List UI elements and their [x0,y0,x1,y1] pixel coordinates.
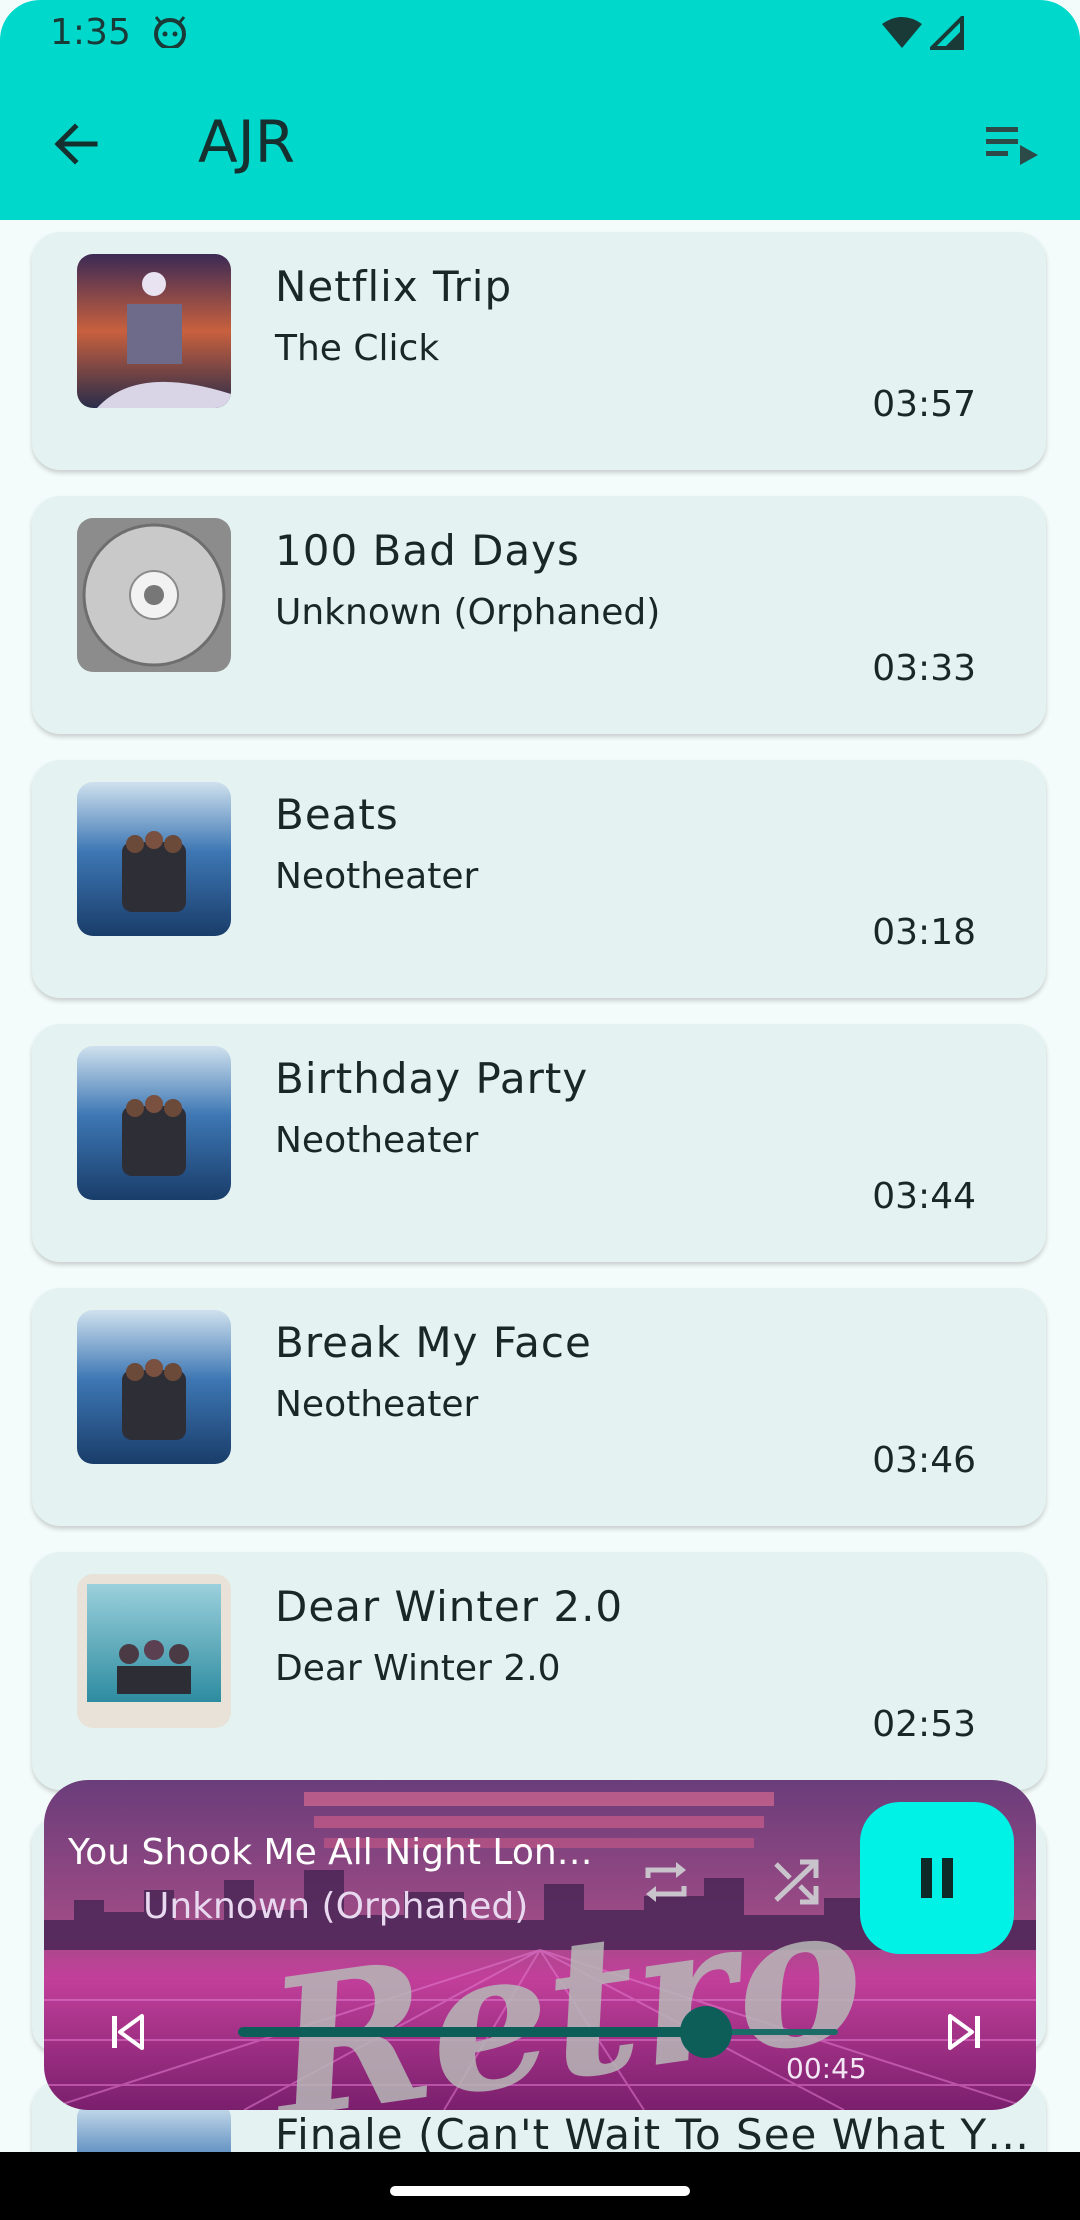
song-title: Dear Winter 2.0 [275,1582,624,1631]
list-item[interactable]: Dear Winter 2.0 Dear Winter 2.0 02:53 [32,1552,1046,1790]
seek-thumb[interactable] [680,2006,732,2058]
song-artist: Neotheater [275,1384,479,1425]
song-title: Birthday Party [275,1054,589,1103]
pause-icon [921,1858,953,1898]
song-title: Beats [275,790,399,839]
song-duration: 03:46 [872,1440,976,1481]
album-art [77,1574,231,1728]
shuffle-button[interactable] [760,1846,832,1918]
song-artist: Dear Winter 2.0 [275,1648,561,1689]
shuffle-icon [774,1859,819,1905]
now-playing-title: You Shook Me All Night Lon… [68,1832,593,1873]
app-bar: AJR [0,66,1080,220]
list-item[interactable]: Beats Neotheater 03:18 [32,760,1046,998]
android-icon [154,16,186,48]
mini-player[interactable]: Retro You Shook Me All Night Lon… Unknow… [44,1780,1036,2110]
next-button[interactable] [928,1996,1000,2068]
back-arrow-icon [54,123,98,165]
repeat-button[interactable] [630,1846,702,1918]
song-artist: The Click [275,328,440,369]
album-art [77,1046,231,1200]
status-time: 1:35 [50,12,131,53]
song-artist: Neotheater [275,1120,479,1161]
seek-fill [238,2027,706,2037]
queue-button[interactable] [976,110,1048,182]
home-handle[interactable] [390,2186,690,2196]
page-title: AJR [198,108,296,176]
song-duration: 03:33 [872,648,976,689]
cd-placeholder-icon [77,518,231,672]
previous-button[interactable] [92,1996,164,2068]
song-title: Finale (Can't Wait To See What Y… [275,2110,1031,2152]
elapsed-time: 00:45 [786,2052,867,2085]
pause-button[interactable] [860,1802,1014,1954]
song-duration: 03:44 [872,1176,976,1217]
seek-bar[interactable] [238,2006,838,2058]
repeat-icon [645,1862,687,1902]
album-art [77,1310,231,1464]
song-duration: 02:53 [872,1704,976,1745]
song-title: 100 Bad Days [275,526,580,575]
back-button[interactable] [40,108,112,180]
signal-icon [930,16,964,50]
list-item[interactable]: Break My Face Neotheater 03:46 [32,1288,1046,1526]
song-artist: Neotheater [275,856,479,897]
status-bar: 1:35 [0,0,1080,66]
skip-next-icon [948,2014,980,2050]
song-title: Break My Face [275,1318,592,1367]
wifi-icon [882,17,922,48]
song-artist: Unknown (Orphaned) [275,592,661,633]
song-title: Netflix Trip [275,262,513,311]
now-playing-artist: Unknown (Orphaned) [143,1886,529,1927]
album-art [77,782,231,936]
list-item[interactable]: 100 Bad Days Unknown (Orphaned) 03:33 [32,496,1046,734]
album-art [77,254,231,408]
list-item[interactable]: Netflix Trip The Click 03:57 [32,232,1046,470]
queue-music-icon [986,127,1038,165]
system-nav-bar [0,2152,1080,2220]
list-item[interactable]: Birthday Party Neotheater 03:44 [32,1024,1046,1262]
skip-previous-icon [112,2014,144,2050]
song-duration: 03:57 [872,384,976,425]
song-duration: 03:18 [872,912,976,953]
